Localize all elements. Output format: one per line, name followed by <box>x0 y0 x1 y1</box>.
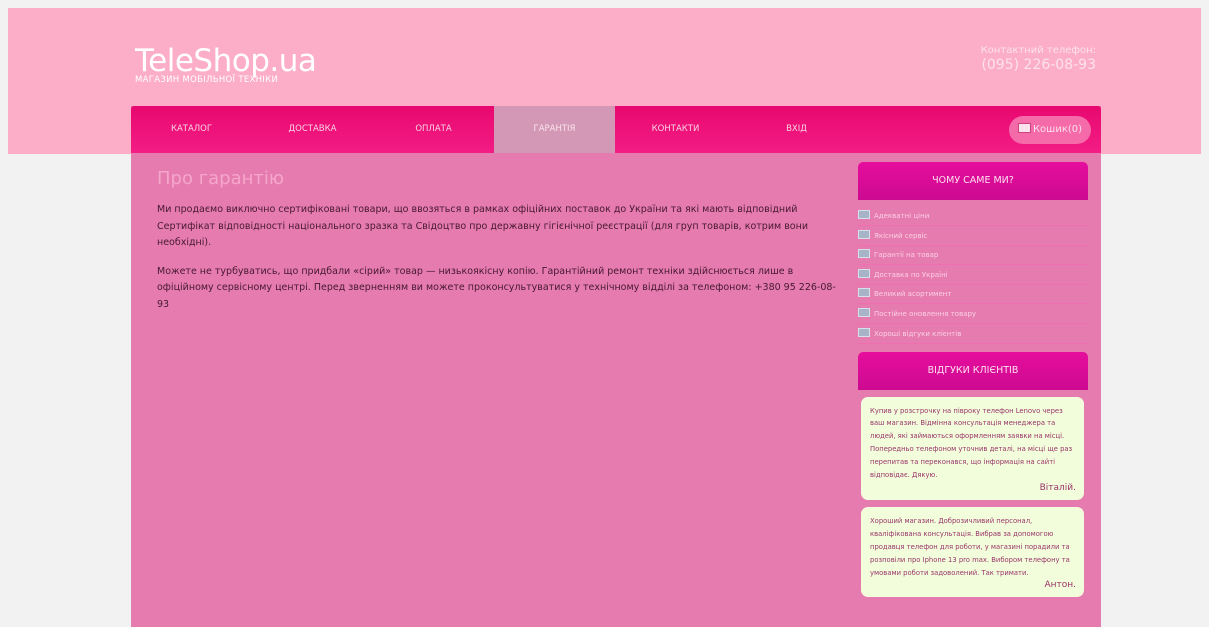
bullet-image-icon <box>858 327 870 337</box>
reviews-header: ВІДГУКИ КЛІЄНТІВ <box>858 351 1088 390</box>
sidebar: ЧОМУ САМЕ МИ? Адекватні ціни Якісний сер… <box>858 162 1088 598</box>
why-us-item-label: Доставка по Україні <box>874 270 948 279</box>
bullet-image-icon <box>858 307 870 317</box>
contact-phone: (095) 226-08-93 <box>981 57 1096 73</box>
main-nav: КАТАЛОГ ДОСТАВКА ОПЛАТА ГАРАНТІЯ КОНТАКТ… <box>131 106 1101 153</box>
why-us-item: Якісний сервіс <box>858 228 1088 246</box>
why-us-item: Гарантії на товар <box>858 247 1088 266</box>
bullet-image-icon <box>858 249 870 259</box>
content-paragraph: Можете не турбуватись, що придбали «сіри… <box>157 265 836 310</box>
why-us-item: Постійне оновлення товару <box>858 306 1088 324</box>
page-title: Про гарантію <box>157 168 285 189</box>
review-card: Хороший магазин. Доброзичливий персонал,… <box>861 506 1084 598</box>
review-author: Антон. <box>1044 580 1076 591</box>
contact-block: Контактний телефон: (095) 226-08-93 <box>981 45 1096 73</box>
logo-title: TeleShop.ua <box>135 43 317 79</box>
main-panel: КАТАЛОГ ДОСТАВКА ОПЛАТА ГАРАНТІЯ КОНТАКТ… <box>131 106 1101 627</box>
content-paragraph: Ми продаємо виключно сертифіковані товар… <box>157 204 808 248</box>
nav-item-delivery[interactable]: ДОСТАВКА <box>252 106 373 153</box>
why-us-item-label: Гарантії на товар <box>874 251 939 260</box>
why-us-item: Адекватні ціни <box>858 208 1088 226</box>
why-us-header: ЧОМУ САМЕ МИ? <box>858 162 1088 200</box>
review-text: Купив у розстрочку на півроку телефон Le… <box>870 406 1073 480</box>
why-us-item-label: Хороші відгуки клієнтів <box>874 329 962 338</box>
review-author: Віталій. <box>1039 483 1076 493</box>
why-us-item-label: Великий асортимент <box>874 290 952 299</box>
cart-icon <box>1017 123 1031 133</box>
why-us-item: Доставка по Україні <box>858 267 1088 285</box>
nav-item-payment[interactable]: ОПЛАТА <box>373 106 494 153</box>
contact-label: Контактний телефон: <box>980 45 1096 56</box>
bullet-image-icon <box>858 288 870 298</box>
cart-label: Кошик(0) <box>1032 124 1083 135</box>
review-card: Купив у розстрочку на півроку телефон Le… <box>861 396 1084 500</box>
nav-item-warranty[interactable]: ГАРАНТІЯ <box>494 106 615 153</box>
bullet-image-icon <box>858 210 870 219</box>
review-text: Хороший магазин. Доброзичливий персонал,… <box>870 516 1070 577</box>
page-content: Про гарантію Ми продаємо виключно сертиф… <box>157 168 847 325</box>
nav-item-contacts[interactable]: КОНТАКТИ <box>615 106 736 153</box>
why-us-item: Хороші відгуки клієнтів <box>858 326 1088 344</box>
why-us-item-label: Постійне оновлення товару <box>874 309 977 318</box>
bullet-image-icon <box>858 268 870 278</box>
bullet-image-icon <box>858 229 870 239</box>
nav-item-catalog[interactable]: КАТАЛОГ <box>131 106 252 153</box>
site-logo[interactable]: TeleShop.ua МАГАЗИН МОБІЛЬНОЇ ТЕХНІКИ <box>135 43 317 85</box>
why-us-item-label: Якісний сервіс <box>874 231 928 240</box>
nav-item-login[interactable]: ВХІД <box>736 106 857 153</box>
cart-button[interactable]: Кошик(0) <box>1009 116 1091 144</box>
why-us-list: Адекватні ціни Якісний сервіс Гарантії н… <box>858 208 1088 344</box>
why-us-item: Великий асортимент <box>858 286 1088 305</box>
why-us-item-label: Адекватні ціни <box>874 212 930 220</box>
